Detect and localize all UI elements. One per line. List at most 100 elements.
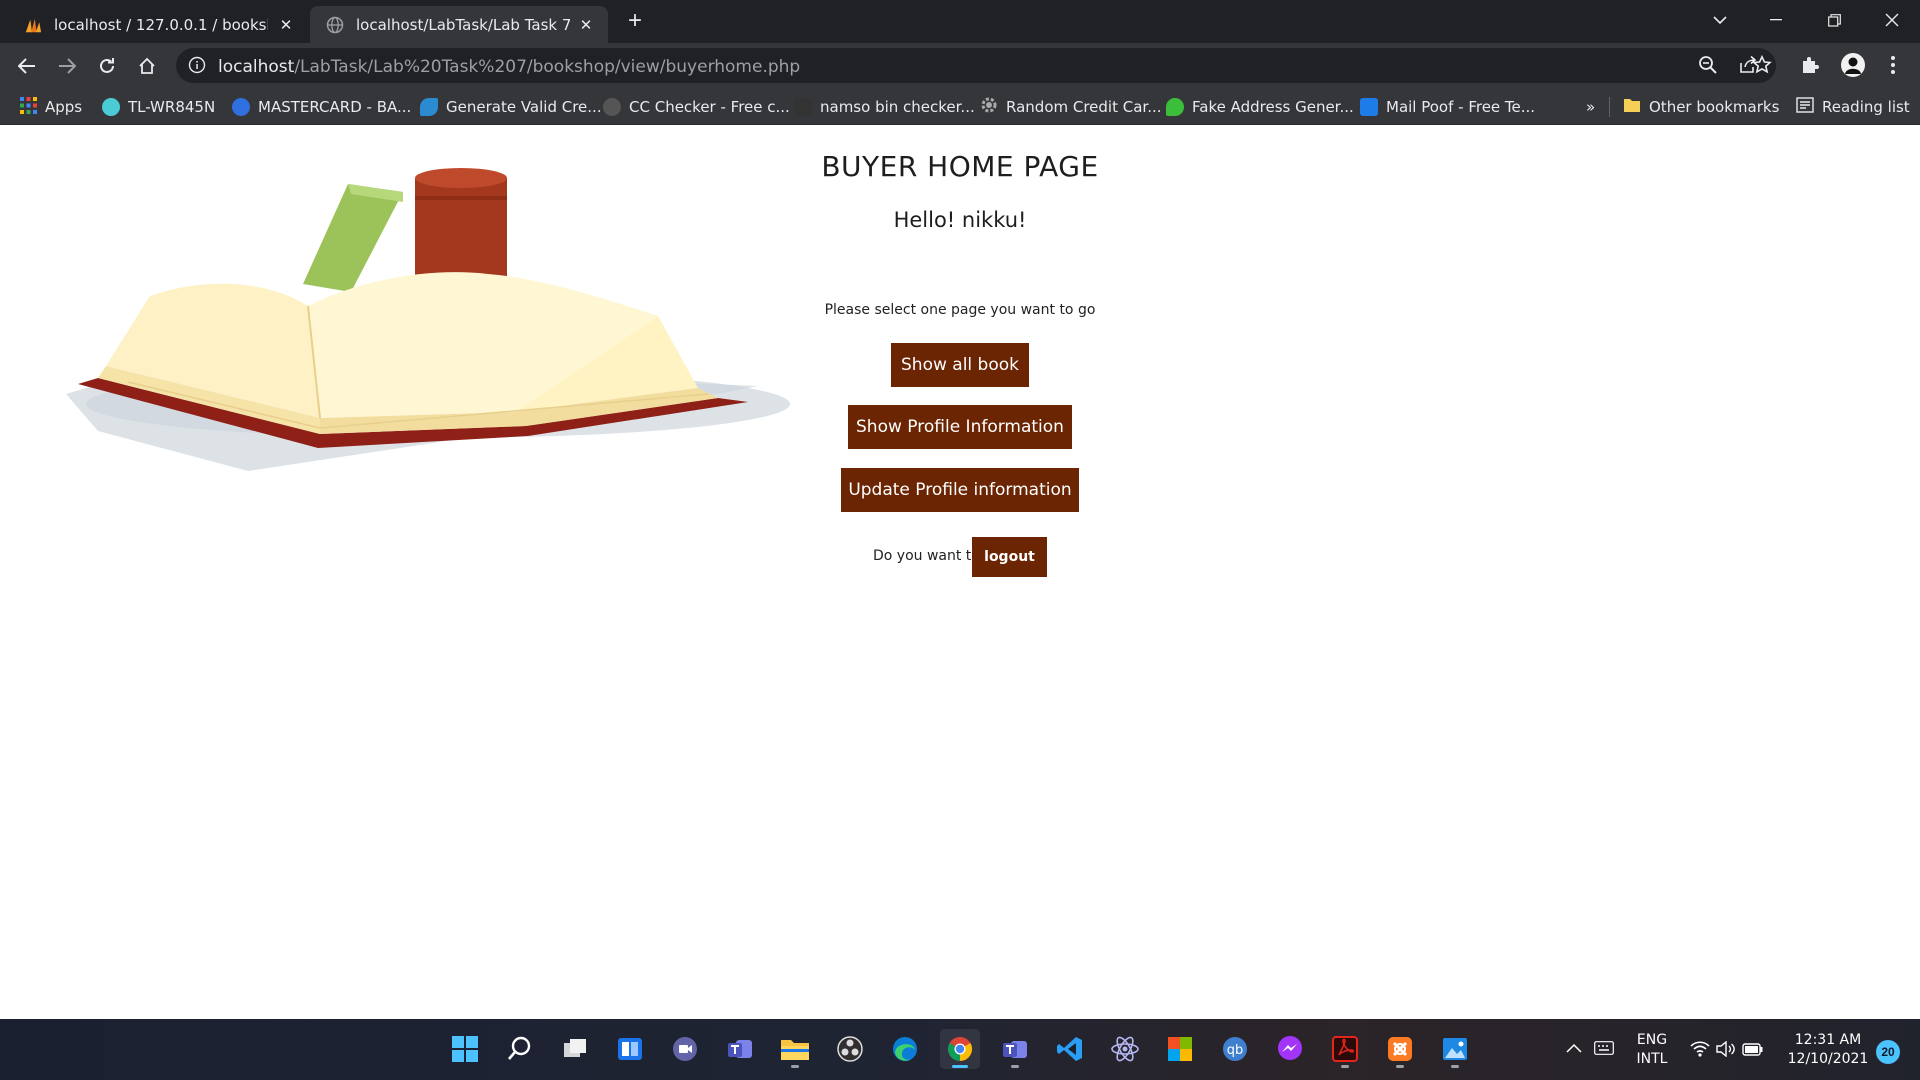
zoom-icon[interactable] xyxy=(1698,55,1718,80)
mail-icon xyxy=(1360,98,1378,116)
photos-icon[interactable] xyxy=(1435,1029,1475,1069)
apps-grid-icon xyxy=(20,96,37,118)
clock[interactable]: 12:31 AM 12/10/2021 xyxy=(1782,1031,1874,1071)
teams-icon[interactable] xyxy=(720,1029,760,1069)
clock-date: 12/10/2021 xyxy=(1787,1051,1869,1067)
extensions-icon[interactable] xyxy=(1797,52,1823,78)
new-tab-button[interactable]: + xyxy=(622,9,648,35)
book-illustration xyxy=(66,168,790,471)
keyboard-icon xyxy=(1594,1041,1614,1055)
bookmark-label: MASTERCARD - BA... xyxy=(258,98,412,116)
bookmark-apps[interactable]: Apps xyxy=(20,95,82,119)
url-host: localhost xyxy=(218,57,295,77)
bookmark-fake-address[interactable]: Fake Address Gener... xyxy=(1166,95,1354,119)
bookmark-label: Random Credit Car... xyxy=(1006,98,1162,116)
running-indicator xyxy=(791,1065,799,1068)
tab-title: localhost / 127.0.0.1 / bookshop xyxy=(54,16,268,34)
back-icon[interactable] xyxy=(12,51,42,81)
bookmark-label: Fake Address Gener... xyxy=(1192,98,1354,116)
reading-list[interactable]: Reading list xyxy=(1796,95,1910,119)
bookmark-random-credit[interactable]: Random Credit Car... xyxy=(980,95,1162,119)
system-status-icons[interactable] xyxy=(1690,1019,1770,1080)
notification-badge[interactable]: 20 xyxy=(1876,1040,1900,1064)
tab-search-icon[interactable] xyxy=(1692,0,1748,40)
address-bar[interactable]: localhost/LabTask/Lab%20Task%207/booksho… xyxy=(176,48,1776,83)
bookmark-label: Apps xyxy=(45,98,83,116)
other-bookmarks[interactable]: Other bookmarks xyxy=(1623,95,1779,119)
reload-icon[interactable] xyxy=(92,51,122,81)
logout-row: Do you want to logout xyxy=(760,537,1160,577)
map-pin-icon xyxy=(1166,98,1184,116)
widgets-icon[interactable] xyxy=(610,1029,650,1069)
bookmark-namso[interactable]: namso bin checker... xyxy=(794,95,975,119)
teams-chat-icon[interactable] xyxy=(665,1029,705,1069)
bookmark-label: CC Checker - Free c... xyxy=(629,98,790,116)
close-tab-icon[interactable]: ✕ xyxy=(276,15,296,35)
running-indicator xyxy=(1396,1065,1404,1068)
close-window-icon[interactable] xyxy=(1864,0,1920,40)
tplink-icon xyxy=(102,98,120,116)
bookmark-label: TL-WR845N xyxy=(128,98,216,116)
greeting-text: Hello! nikku! xyxy=(893,208,1027,232)
atom-icon[interactable] xyxy=(1105,1029,1145,1069)
search-icon[interactable] xyxy=(500,1029,540,1069)
bookmark-generate-valid[interactable]: Generate Valid Cre... xyxy=(420,95,602,119)
profile-avatar[interactable] xyxy=(1840,52,1866,78)
page-title: BUYER HOME PAGE xyxy=(821,150,1099,183)
url-path: /LabTask/Lab%20Task%207/bookshop/view/bu… xyxy=(294,57,801,77)
minimize-icon[interactable] xyxy=(1748,0,1804,40)
bookmark-mail-poof[interactable]: Mail Poof - Free Te... xyxy=(1360,95,1535,119)
bookmark-tl-wr845n[interactable]: TL-WR845N xyxy=(102,95,215,119)
messenger-icon[interactable] xyxy=(1270,1029,1310,1069)
running-indicator xyxy=(1011,1065,1019,1068)
browser-toolbar: localhost/LabTask/Lab%20Task%207/booksho… xyxy=(0,43,1920,88)
phpmyadmin-icon xyxy=(24,16,42,34)
gear-icon xyxy=(980,96,998,118)
xampp-icon[interactable] xyxy=(1380,1029,1420,1069)
site-info-icon[interactable] xyxy=(188,56,206,79)
select-page-prompt: Please select one page you want to go xyxy=(824,302,1096,318)
running-indicator xyxy=(1341,1065,1349,1068)
acrobat-icon[interactable] xyxy=(1325,1029,1365,1069)
bookmarks-bar: Apps TL-WR845N MASTERCARD - BA... Genera… xyxy=(0,88,1920,125)
chrome-icon[interactable] xyxy=(940,1029,980,1069)
cc-checker-icon xyxy=(603,98,621,116)
update-profile-button[interactable]: Update Profile information xyxy=(841,468,1079,512)
input-language[interactable]: ENG INTL xyxy=(1628,1031,1676,1071)
edge-icon[interactable] xyxy=(885,1029,925,1069)
show-profile-button[interactable]: Show Profile Information xyxy=(848,405,1072,449)
folder-icon xyxy=(1623,97,1641,117)
vscode-icon[interactable] xyxy=(1050,1029,1090,1069)
running-indicator xyxy=(1451,1065,1459,1068)
tab-buyerhome[interactable]: localhost/LabTask/Lab Task 7/bookshop ✕ xyxy=(310,6,608,43)
tab-phpmyadmin[interactable]: localhost / 127.0.0.1 / bookshop ✕ xyxy=(8,6,308,43)
start-icon[interactable] xyxy=(445,1029,485,1069)
show-all-book-button[interactable]: Show all book xyxy=(891,343,1029,387)
obs-icon[interactable] xyxy=(830,1029,870,1069)
qbittorrent-icon[interactable]: qb xyxy=(1215,1029,1255,1069)
more-bookmarks-button[interactable]: » xyxy=(1586,95,1595,119)
home-icon[interactable] xyxy=(132,51,162,81)
office-icon[interactable] xyxy=(1160,1029,1200,1069)
mastercard-icon xyxy=(232,98,250,116)
bookmark-label: namso bin checker... xyxy=(820,98,975,116)
active-indicator xyxy=(952,1065,968,1068)
wifi-icon xyxy=(1690,1041,1710,1057)
tray-overflow-icon[interactable] xyxy=(1558,1019,1614,1080)
bookmark-label: Reading list xyxy=(1822,98,1910,116)
forward-icon[interactable] xyxy=(52,51,82,81)
bookmark-label: Other bookmarks xyxy=(1649,98,1780,116)
bookmark-label: Generate Valid Cre... xyxy=(446,98,602,116)
browser-menu-icon[interactable] xyxy=(1880,52,1906,78)
logout-button[interactable]: logout xyxy=(972,537,1047,577)
task-view-icon[interactable] xyxy=(555,1029,595,1069)
bookmark-mastercard[interactable]: MASTERCARD - BA... xyxy=(232,95,411,119)
close-tab-icon[interactable]: ✕ xyxy=(576,15,596,35)
bookmark-cc-checker[interactable]: CC Checker - Free c... xyxy=(603,95,790,119)
bookmark-star-icon[interactable] xyxy=(1749,52,1775,78)
teams-work-icon[interactable] xyxy=(995,1029,1035,1069)
tab-bar: localhost / 127.0.0.1 / bookshop ✕ local… xyxy=(0,0,1920,43)
file-explorer-icon[interactable] xyxy=(775,1029,815,1069)
restore-icon[interactable] xyxy=(1806,0,1862,40)
url-text[interactable]: localhost/LabTask/Lab%20Task%207/booksho… xyxy=(218,57,800,77)
